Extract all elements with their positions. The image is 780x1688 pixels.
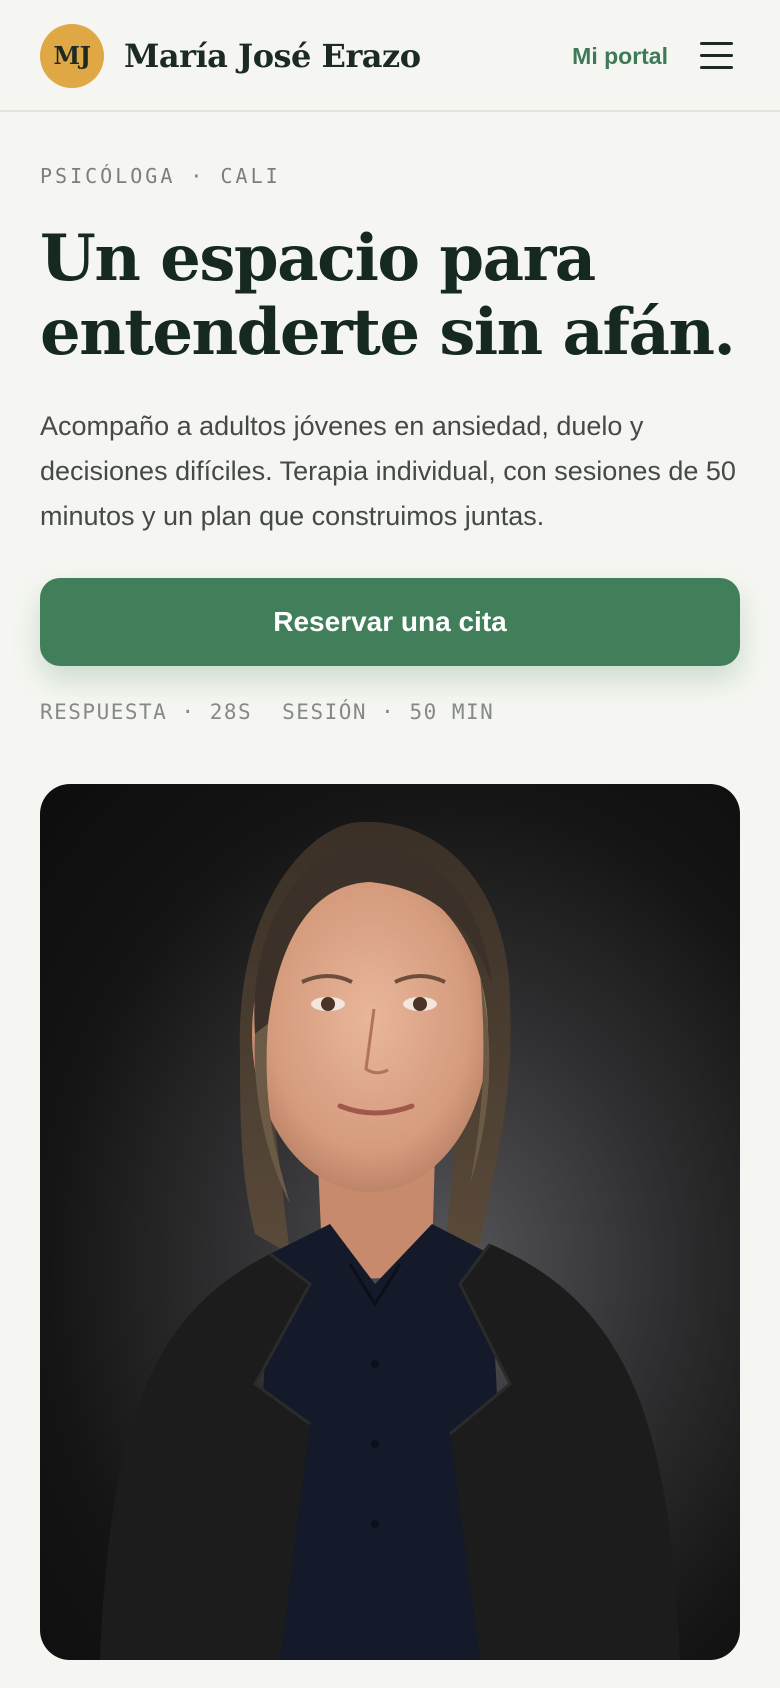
- site-header: MJ María José Erazo Mi portal: [0, 0, 780, 112]
- portrait-illustration: [100, 821, 680, 1660]
- portrait-photo: [40, 784, 740, 1660]
- hero-description: Acompaño a adultos jóvenes en ansiedad, …: [40, 411, 736, 531]
- session-length: SESIÓN · 50 MIN: [282, 700, 495, 724]
- eyebrow-label: PSICÓLOGA · CALI: [40, 164, 281, 188]
- meta-info: RESPUESTA · 28S SESIÓN · 50 MIN: [40, 700, 524, 724]
- brand-name[interactable]: María José Erazo: [124, 34, 421, 78]
- response-time: RESPUESTA · 28S: [40, 700, 253, 724]
- hero-title: Un espacio para entenderte sin afán.: [40, 221, 736, 370]
- menu-button[interactable]: [698, 40, 736, 72]
- avatar[interactable]: MJ: [40, 24, 104, 88]
- portal-link[interactable]: Mi portal: [572, 40, 668, 72]
- book-appointment-button[interactable]: Reservar una cita: [40, 578, 740, 666]
- page: MJ María José Erazo Mi portal PSICÓLOGA …: [0, 0, 780, 1688]
